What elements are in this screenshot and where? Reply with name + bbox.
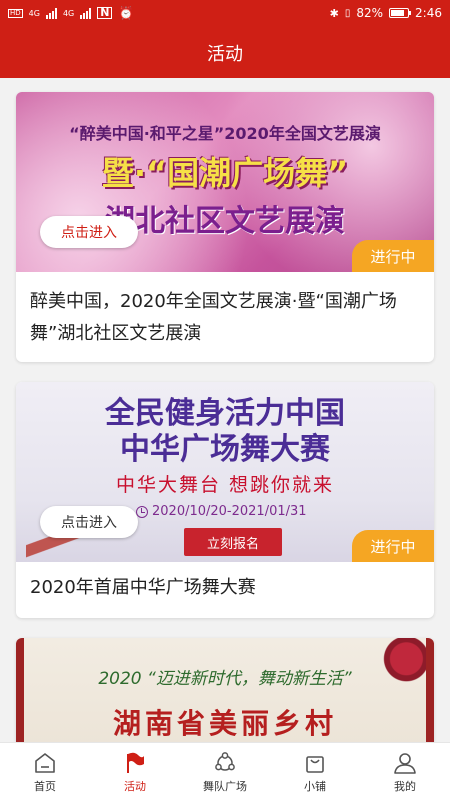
home-icon [35,753,55,773]
activity-card[interactable]: 2020 “迈进新时代，舞动新生活” 湖南省美丽乡村 [16,638,434,742]
tab-team-square[interactable]: 舞队广场 [180,743,270,800]
status-badge: 进行中 [352,240,434,272]
clock-icon [136,505,148,518]
banner-slogan: 2020 “迈进新时代，舞动新生活” [98,669,352,689]
alarm-icon: ⏰ [118,6,134,20]
signup-button[interactable]: 立刻报名 [184,528,282,556]
banner-headline: 湖南省美丽乡村 [112,707,337,740]
signal-icon [45,7,57,19]
signal-icon [80,7,92,19]
status-badge: 进行中 [352,530,434,562]
tab-home[interactable]: 首页 [0,743,90,800]
activity-title[interactable]: 2020年首届中华广场舞大赛 [16,562,434,618]
user-icon [394,753,416,774]
banner-date-range: 2020/10/20-2021/01/31 [136,504,307,519]
banner-headline: 暨·“国潮广场舞” [101,154,349,192]
bluetooth-icon: ✱ [329,6,339,20]
status-bar: HD 4G 4G N ⏰ ✱ ▯ 82% 2:46 [0,0,450,28]
banner-slogan: 中华大舞台 想跳你就来 [115,474,335,496]
app-header: HD 4G 4G N ⏰ ✱ ▯ 82% 2:46 活动 [0,0,450,78]
activity-banner[interactable]: “醉美中国·和平之星”2020年全国文艺展演 暨·“国潮广场舞” 湖北社区文艺展… [16,92,434,272]
status-bar-left: HD 4G 4G N ⏰ [8,6,133,20]
nfc-icon: N [97,7,113,19]
hd-badge: HD [8,8,23,18]
banner-headline: 中华广场舞大赛 [120,432,330,467]
enter-button[interactable]: 点击进入 [40,216,138,248]
flag-icon [127,752,144,773]
network-label: 4G [62,8,75,18]
activity-title[interactable]: 醉美中国，2020年全国文艺展演·暨“国潮广场舞”湖北社区文艺展演 [16,272,434,362]
tab-label: 舞队广场 [203,780,247,793]
tab-activity[interactable]: 活动 [90,743,180,800]
clock-time: 2:46 [415,6,442,20]
battery-icon [389,8,412,18]
team-icon [215,752,235,771]
vibrate-icon: ▯ [344,7,351,19]
tab-label: 首页 [34,780,56,793]
tab-label: 活动 [124,780,146,793]
shopping-bag-icon [306,756,324,773]
activity-banner[interactable]: 2020 “迈进新时代，舞动新生活” 湖南省美丽乡村 [16,638,434,742]
network-label: 4G [28,8,40,18]
page-title: 活动 [207,44,243,65]
date-range-text: 2020/10/20-2021/01/31 [152,504,307,519]
tab-shop[interactable]: 小铺 [270,743,360,800]
tab-mine[interactable]: 我的 [360,743,450,800]
activity-banner[interactable]: 全民健身活力中国 中华广场舞大赛 中华大舞台 想跳你就来 2020/10/20-… [16,382,434,562]
enter-button[interactable]: 点击进入 [40,506,138,538]
activity-card[interactable]: 全民健身活力中国 中华广场舞大赛 中华大舞台 想跳你就来 2020/10/20-… [16,382,434,618]
status-bar-right: ✱ ▯ 82% 2:46 [330,6,442,20]
battery-percent: 82% [356,6,384,20]
activity-list[interactable]: “醉美中国·和平之星”2020年全国文艺展演 暨·“国潮广场舞” 湖北社区文艺展… [0,78,450,742]
tab-label: 我的 [394,780,416,793]
tab-label: 小铺 [304,780,326,793]
bottom-tab-bar: 首页 活动 舞队广场 小铺 我的 [0,742,450,800]
banner-headline: “醉美中国·和平之星”2020年全国文艺展演 [69,124,381,143]
activity-card[interactable]: “醉美中国·和平之星”2020年全国文艺展演 暨·“国潮广场舞” 湖北社区文艺展… [16,92,434,362]
